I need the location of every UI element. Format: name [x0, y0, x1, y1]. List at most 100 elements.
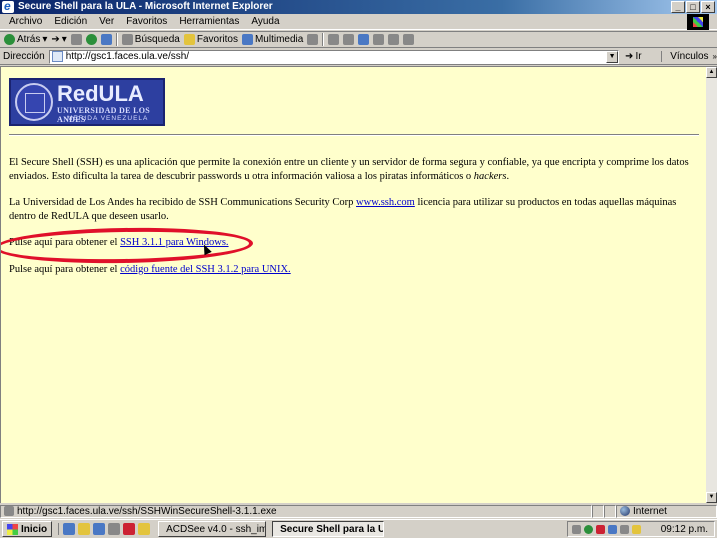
favorites-label: Favoritos: [196, 34, 238, 45]
menu-ayuda[interactable]: Ayuda: [245, 16, 285, 27]
ie-app-icon: [2, 0, 14, 13]
back-label: Atrás: [17, 34, 41, 45]
red-highlight-ellipse: [1, 225, 254, 266]
taskbar-acdsee[interactable]: ACDSee v4.0 - ssh_img: [158, 521, 267, 537]
status-cell: [592, 504, 604, 518]
favorites-button[interactable]: Favoritos: [183, 34, 238, 45]
menu-edicion[interactable]: Edición: [48, 16, 93, 27]
ssh-unix-source-link[interactable]: código fuente del SSH 3.1.2 para UNIX.: [120, 264, 291, 275]
tray-icon[interactable]: [632, 524, 641, 534]
multimedia-button[interactable]: Multimedia: [241, 34, 304, 45]
print-icon[interactable]: [343, 34, 355, 45]
favorites-star-icon: [183, 34, 195, 45]
status-main: http://gsc1.faces.ula.ve/ssh/SSHWinSecur…: [0, 504, 592, 518]
unix-download-prefix: Pulse aquí para obtener el: [9, 264, 118, 275]
desktop-quicklaunch-icon[interactable]: [93, 523, 106, 535]
close-button[interactable]: ×: [701, 1, 715, 13]
app-quicklaunch-icon[interactable]: [123, 523, 136, 535]
quick-launch: [58, 523, 151, 535]
app-quicklaunch-icon[interactable]: [138, 523, 151, 535]
window-title: Secure Shell para la ULA - Microsoft Int…: [18, 1, 273, 12]
windows-logo-icon: [7, 523, 18, 535]
stop-icon[interactable]: [70, 34, 82, 45]
menu-bar: Archivo Edición Ver Favoritos Herramient…: [0, 14, 717, 30]
app-quicklaunch-icon[interactable]: [108, 523, 121, 535]
standard-toolbar: Atrás ▾ ➔ ▾ Búsqueda Favoritos Multimedi…: [0, 31, 717, 48]
links-button[interactable]: Vínculos: [661, 51, 709, 62]
intro-text: El Secure Shell (SSH) es una aplicación …: [9, 157, 689, 182]
links-chevron-icon[interactable]: »: [713, 52, 717, 61]
address-dropdown-icon[interactable]: ▼: [606, 50, 619, 63]
refresh-icon[interactable]: [85, 34, 97, 45]
windows-throbber-icon: [687, 14, 709, 30]
forward-arrow-icon: ➔: [51, 34, 60, 45]
forward-button[interactable]: ➔ ▾: [51, 34, 66, 45]
status-bar: http://gsc1.faces.ula.ve/ssh/SSHWinSecur…: [0, 504, 717, 518]
forward-dropdown-icon[interactable]: ▾: [62, 34, 67, 45]
toolbar-separator: [322, 33, 325, 46]
back-dropdown-icon[interactable]: ▾: [42, 34, 47, 45]
tray-icon[interactable]: [572, 524, 581, 534]
unix-download-line: Pulse aquí para obtener el código fuente…: [9, 263, 699, 277]
logo-brand: RedULA: [57, 81, 144, 106]
start-button[interactable]: Inicio: [2, 521, 53, 537]
messenger-icon[interactable]: [388, 34, 400, 45]
search-button[interactable]: Búsqueda: [121, 34, 180, 45]
volume-icon[interactable]: [620, 524, 629, 534]
scroll-up-icon[interactable]: ▲: [706, 67, 717, 78]
people-icon[interactable]: [403, 34, 415, 45]
task-ie-label: Secure Shell para la U...: [280, 523, 385, 535]
menu-ver[interactable]: Ver: [93, 16, 120, 27]
status-cell: [604, 504, 616, 518]
redula-logo[interactable]: RedULA UNIVERSIDAD DE LOS ANDES MERIDA V…: [9, 78, 165, 126]
status-text: http://gsc1.faces.ula.ve/ssh/SSHWinSecur…: [17, 505, 277, 517]
title-bar: Secure Shell para la ULA - Microsoft Int…: [0, 0, 717, 14]
home-icon[interactable]: [100, 34, 112, 45]
start-label: Inicio: [21, 523, 48, 535]
back-arrow-icon: [4, 34, 15, 45]
ssh-com-link[interactable]: www.ssh.com: [356, 197, 415, 208]
multimedia-label: Multimedia: [254, 34, 304, 45]
menu-archivo[interactable]: Archivo: [3, 16, 48, 27]
vertical-scrollbar[interactable]: ▲ ▼: [706, 66, 717, 503]
license-text-pre: La Universidad de Los Andes ha recibido …: [9, 197, 354, 208]
minimize-button[interactable]: _: [671, 1, 685, 13]
tray-icon[interactable]: [584, 524, 593, 534]
intro-end: .: [506, 170, 510, 182]
address-bar: Dirección http://gsc1.faces.ula.ve/ssh/ …: [0, 49, 717, 65]
scroll-down-icon[interactable]: ▼: [706, 492, 717, 503]
task-acdsee-label: ACDSee v4.0 - ssh_img: [166, 523, 267, 535]
history-icon[interactable]: [307, 34, 319, 45]
tray-icon[interactable]: [608, 524, 617, 534]
ie-window: Secure Shell para la ULA - Microsoft Int…: [0, 0, 717, 538]
outlook-quicklaunch-icon[interactable]: [78, 523, 91, 535]
search-icon: [121, 34, 133, 45]
search-label: Búsqueda: [134, 34, 180, 45]
discuss-icon[interactable]: [373, 34, 385, 45]
tray-icon[interactable]: [596, 524, 605, 534]
address-label: Dirección: [3, 51, 45, 62]
horizontal-rule: [9, 134, 699, 136]
address-input[interactable]: http://gsc1.faces.ula.ve/ssh/ ▼: [48, 49, 620, 64]
menu-favoritos[interactable]: Favoritos: [120, 16, 173, 27]
logo-location: MERIDA VENEZUELA: [67, 115, 149, 122]
edit-word-icon[interactable]: [358, 34, 370, 45]
address-url[interactable]: http://gsc1.faces.ula.ve/ssh/: [66, 51, 189, 62]
license-paragraph: La Universidad de Los Andes ha recibido …: [9, 196, 699, 223]
go-button[interactable]: ➜ Ir: [619, 51, 657, 62]
clock[interactable]: 09:12 p.m.: [661, 524, 714, 535]
toolbar-separator: [115, 33, 118, 46]
university-seal-icon: [15, 83, 53, 121]
zone-label: Internet: [633, 505, 667, 517]
menu-herramientas[interactable]: Herramientas: [173, 16, 245, 27]
page-icon: [51, 51, 63, 62]
intro-paragraph: El Secure Shell (SSH) es una aplicación …: [9, 156, 699, 183]
ie-quicklaunch-icon[interactable]: [63, 523, 76, 535]
maximize-button[interactable]: □: [686, 1, 700, 13]
status-page-icon: [4, 506, 14, 516]
taskbar: Inicio ACDSee v4.0 - ssh_img Secure Shel…: [0, 519, 717, 538]
security-zone: Internet: [616, 504, 717, 518]
back-button[interactable]: Atrás ▾: [4, 34, 47, 45]
mail-icon[interactable]: [328, 34, 340, 45]
taskbar-ie-active[interactable]: Secure Shell para la U...: [272, 521, 385, 537]
